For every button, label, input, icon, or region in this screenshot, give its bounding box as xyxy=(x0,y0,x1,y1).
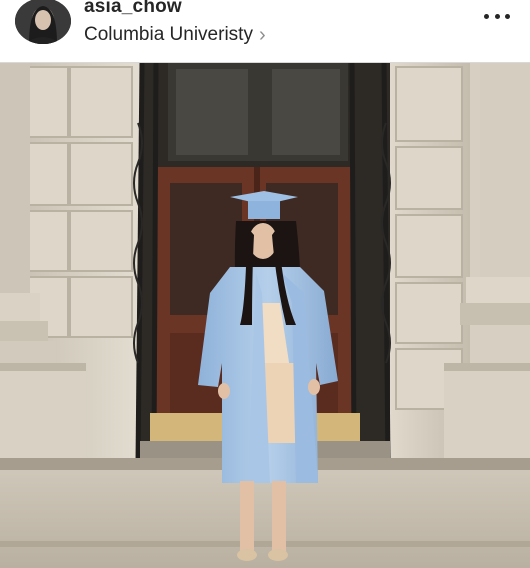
location-label: Columbia Univeristy xyxy=(84,24,253,45)
chevron-right-icon: › xyxy=(258,24,266,46)
avatar-image xyxy=(15,0,71,44)
username[interactable]: asia_chow xyxy=(84,0,182,18)
post-header: asia_chow Columbia Univeristy › xyxy=(0,0,530,63)
more-dot xyxy=(494,13,500,19)
location-link[interactable]: Columbia Univeristy › xyxy=(84,23,266,47)
more-dot xyxy=(484,13,489,19)
graduation-photo xyxy=(0,63,530,568)
more-options-icon[interactable] xyxy=(484,6,510,26)
post-photo[interactable] xyxy=(0,63,530,568)
more-dot xyxy=(505,13,510,19)
avatar[interactable] xyxy=(15,0,71,44)
